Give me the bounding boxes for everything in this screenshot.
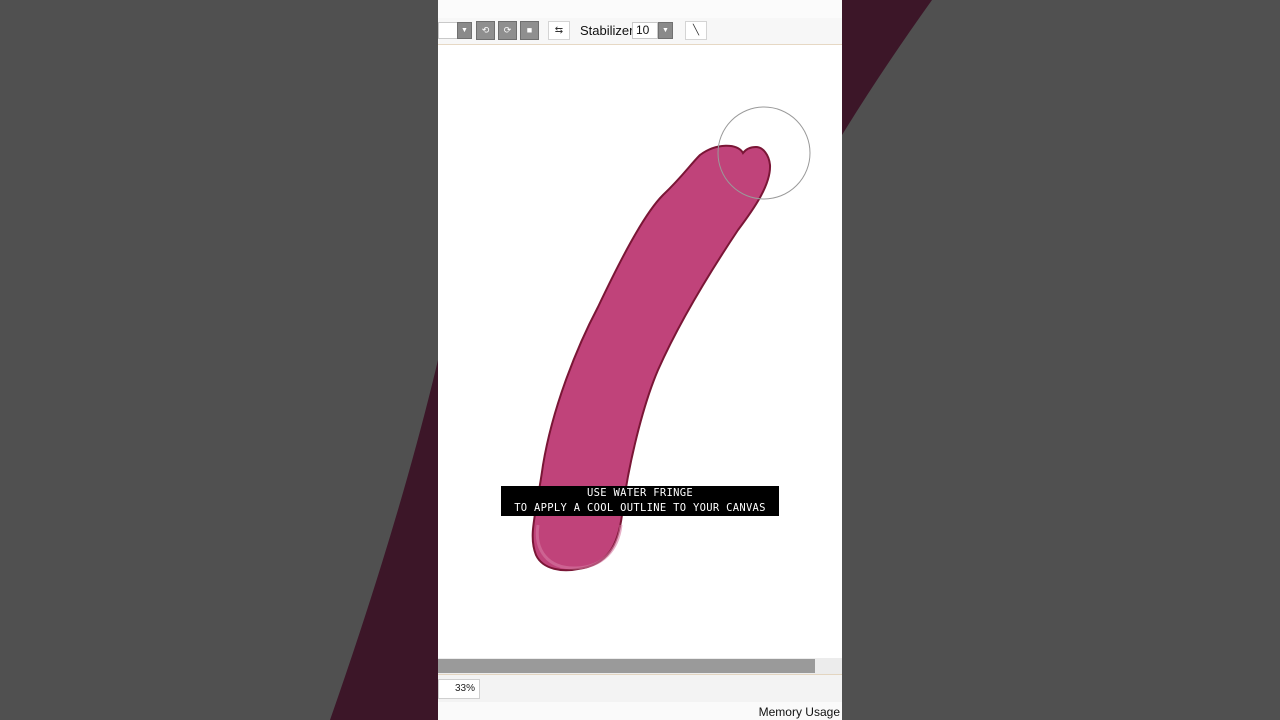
paint-app-window: ▼ ⟲ ⟳ ■ ⇆ Stabilizer 10 ▼ ╲ USE WATER FR…: [438, 0, 842, 720]
status-bar: 33%: [438, 674, 842, 703]
scrollbar-thumb[interactable]: [438, 659, 815, 673]
caption-line-1: USE WATER FRINGE: [587, 487, 693, 499]
caption-line-2: TO APPLY A COOL OUTLINE TO YOUR CANVAS: [514, 502, 766, 514]
stabilizer-dropdown-icon[interactable]: ▼: [658, 22, 673, 39]
drawing-canvas[interactable]: USE WATER FRINGE TO APPLY A COOL OUTLINE…: [438, 45, 842, 657]
blurred-background-left: [0, 0, 438, 720]
stabilizer-label: Stabilizer: [580, 23, 634, 38]
stabilizer-value[interactable]: 10: [632, 22, 658, 39]
line-tool-icon[interactable]: ╲: [685, 21, 707, 40]
tool-options-bar: ▼ ⟲ ⟳ ■ ⇆ Stabilizer 10 ▼ ╲: [438, 18, 842, 45]
zoom-level[interactable]: 33%: [438, 679, 480, 699]
blurred-background-right: [842, 0, 1280, 720]
rotate-right-icon[interactable]: ⟳: [498, 21, 517, 40]
reset-icon[interactable]: ■: [520, 21, 539, 40]
chevron-down-icon[interactable]: ▼: [457, 22, 472, 39]
flip-icon[interactable]: ⇆: [548, 21, 570, 40]
memory-usage-label: Memory Usage: [758, 705, 840, 719]
bottom-bar: Memory Usage: [438, 702, 842, 720]
horizontal-scrollbar[interactable]: [438, 658, 842, 674]
brush-mode-select[interactable]: [438, 22, 458, 39]
title-strip: [438, 0, 842, 19]
rotate-left-icon[interactable]: ⟲: [476, 21, 495, 40]
tutorial-caption: USE WATER FRINGE TO APPLY A COOL OUTLINE…: [501, 486, 779, 516]
